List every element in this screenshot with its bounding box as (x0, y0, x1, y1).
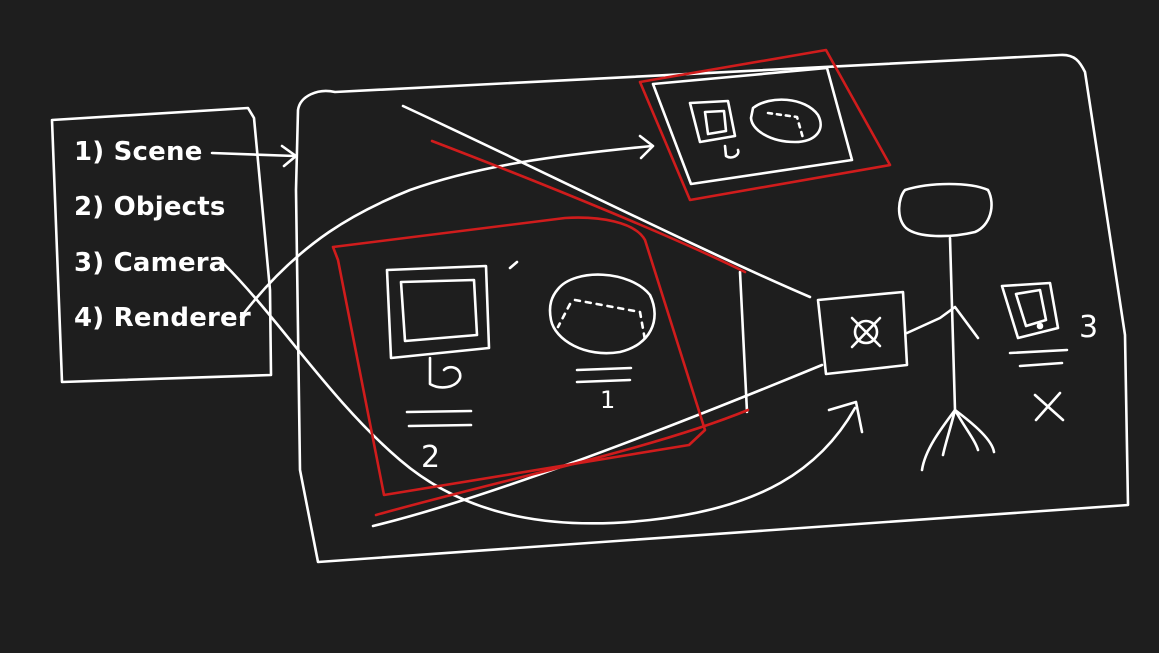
step-camera-label: 3) Camera (74, 248, 227, 278)
step-renderer-label: 4) Renderer (74, 303, 251, 333)
computer-number: 2 (421, 440, 441, 475)
mini-computer-dot (1036, 322, 1044, 330)
step-objects-label: 2) Objects (74, 192, 226, 222)
mesh-number: 1 (600, 386, 616, 414)
mini-computer-number: 3 (1079, 310, 1099, 345)
step-scene-label: 1) Scene (74, 137, 203, 167)
